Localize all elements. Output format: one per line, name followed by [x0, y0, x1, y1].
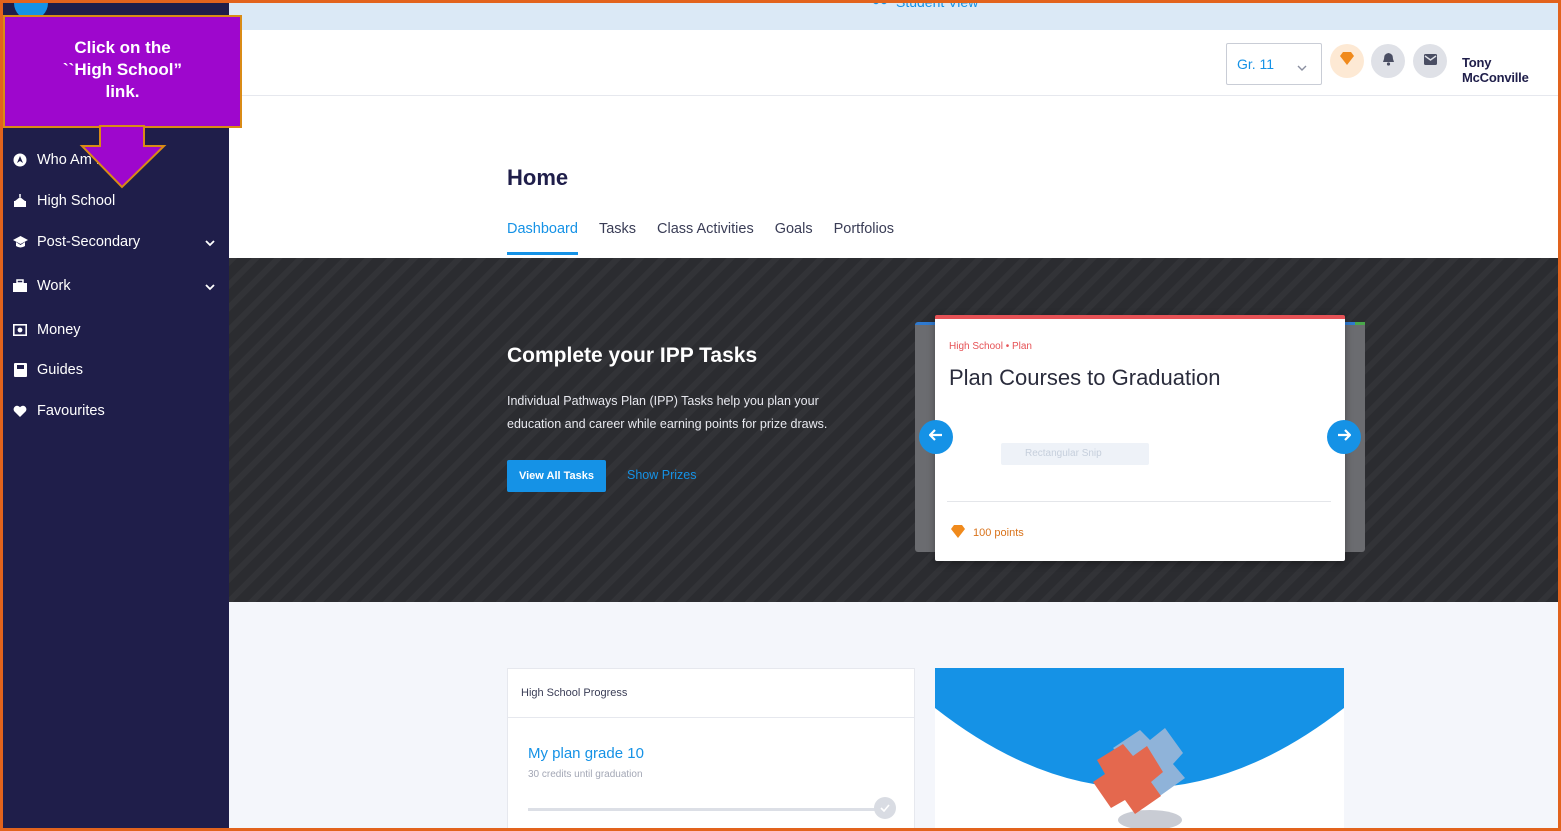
task-points: 100 points	[951, 525, 1024, 541]
chevron-down-icon[interactable]	[205, 235, 215, 251]
task-category: High School • Plan	[949, 341, 1032, 352]
chevron-down-icon	[1297, 59, 1307, 75]
sidebar-item-label: Guides	[37, 362, 83, 378]
tab-tasks[interactable]: Tasks	[599, 221, 636, 255]
carousel-prev-button[interactable]	[919, 420, 953, 454]
compass-icon	[12, 152, 28, 168]
banner-title: Complete your IPP Tasks	[507, 344, 758, 367]
notifications-button[interactable]	[1371, 44, 1405, 78]
student-view-bar: Student View	[229, 0, 1561, 30]
ipp-banner: Complete your IPP Tasks Individual Pathw…	[229, 258, 1561, 602]
sidebar-item-label: Money	[37, 322, 81, 338]
student-view-label[interactable]: Student View	[896, 0, 978, 10]
school-icon	[12, 193, 28, 209]
chevron-down-icon[interactable]	[205, 279, 215, 295]
tab-dashboard[interactable]: Dashboard	[507, 221, 578, 255]
gem-icon	[951, 525, 965, 541]
student-view-icon	[872, 0, 888, 10]
high-school-progress-card: High School Progress My plan grade 10 30…	[507, 668, 915, 831]
banner-description: Individual Pathways Plan (IPP) Tasks hel…	[507, 394, 828, 431]
sidebar-item-label: Work	[37, 278, 71, 294]
tab-goals[interactable]: Goals	[775, 221, 813, 255]
puzzle-illustration	[935, 668, 1344, 830]
check-icon	[874, 797, 896, 819]
messages-button[interactable]	[1413, 44, 1447, 78]
dashboard-widgets: High School Progress My plan grade 10 30…	[229, 602, 1561, 831]
bell-icon	[1382, 52, 1395, 71]
grade-value: Gr. 11	[1237, 56, 1275, 72]
sidebar-item-favourites[interactable]: Favourites	[0, 393, 229, 429]
tab-class-activities[interactable]: Class Activities	[657, 221, 754, 255]
graduation-cap-icon	[12, 234, 28, 250]
credits-remaining: 30 credits until graduation	[528, 769, 643, 780]
sidebar-item-work[interactable]: Work	[0, 268, 229, 304]
task-title[interactable]: Plan Courses to Graduation	[949, 365, 1221, 391]
sidebar-item-label: Favourites	[37, 403, 105, 419]
sidebar-item-guides[interactable]: Guides	[0, 352, 229, 388]
heart-icon	[12, 403, 28, 419]
tab-portfolios[interactable]: Portfolios	[834, 221, 894, 255]
show-prizes-link[interactable]: Show Prizes	[627, 468, 696, 482]
money-icon	[12, 322, 28, 338]
arrow-right-icon	[1337, 428, 1352, 446]
carousel-card-behind-accent	[1355, 322, 1365, 325]
sidebar-item-money[interactable]: Money	[0, 312, 229, 348]
page-title: Home	[507, 165, 569, 190]
callout-arrow	[79, 125, 167, 189]
snip-overlay-label: Rectangular Snip	[1001, 443, 1149, 465]
top-header: Gr. 11 Tony McConville	[229, 30, 1561, 96]
view-all-tasks-button[interactable]: View All Tasks	[507, 460, 606, 492]
book-icon	[12, 362, 28, 378]
sidebar-item-label: High School	[37, 193, 116, 209]
sidebar-item-post-secondary[interactable]: Post-Secondary	[0, 224, 229, 260]
gem-icon	[1340, 52, 1354, 70]
briefcase-icon	[12, 278, 28, 294]
promo-card[interactable]	[935, 668, 1344, 831]
plan-link[interactable]: My plan grade 10	[528, 745, 644, 762]
progress-track	[528, 808, 878, 811]
progress-card-header: High School Progress	[508, 669, 914, 718]
sidebar-item-label: Post-Secondary	[37, 234, 141, 250]
arrow-left-icon	[928, 428, 943, 446]
tab-bar: Dashboard Tasks Class Activities Goals P…	[507, 221, 915, 255]
card-divider	[947, 501, 1331, 502]
mail-icon	[1423, 52, 1437, 70]
carousel-next-button[interactable]	[1327, 420, 1361, 454]
points-button[interactable]	[1330, 44, 1364, 78]
instruction-callout: Click on the ``High School” link.	[3, 15, 242, 128]
task-card[interactable]: High School • Plan Plan Courses to Gradu…	[935, 315, 1345, 561]
points-label: 100 points	[973, 527, 1024, 539]
grade-select[interactable]: Gr. 11	[1226, 43, 1322, 85]
user-name[interactable]: Tony McConville	[1462, 55, 1561, 85]
